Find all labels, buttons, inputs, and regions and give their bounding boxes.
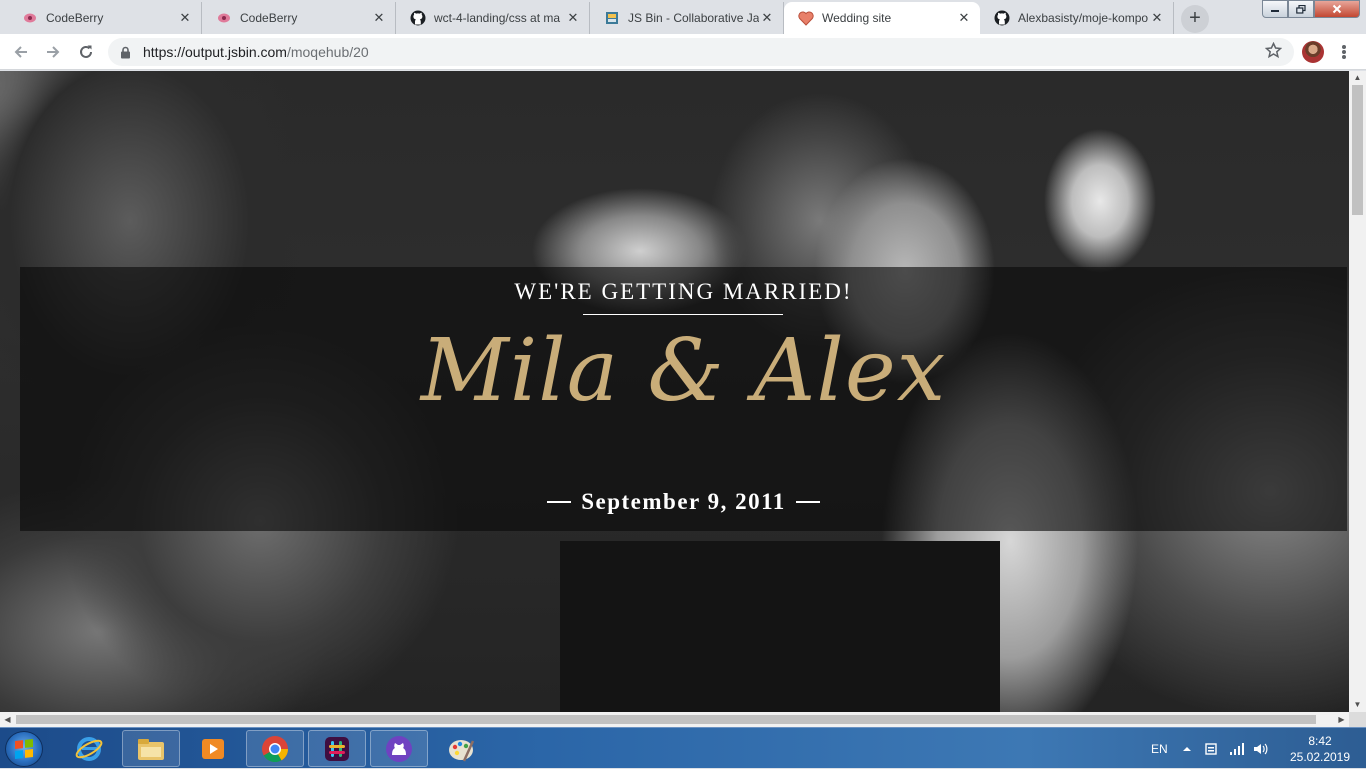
scroll-down-arrow-icon[interactable]: ▼: [1349, 698, 1366, 712]
bookmark-star-icon[interactable]: [1264, 41, 1283, 64]
tab-title: wct-4-landing/css at ma: [434, 11, 561, 25]
horizontal-scroll-thumb[interactable]: [16, 715, 1316, 724]
browser-toolbar: https://output.jsbin.com/moqehub/20: [0, 34, 1366, 70]
horizontal-scrollbar[interactable]: ◀ ▶: [0, 712, 1349, 727]
language-indicator[interactable]: EN: [1151, 728, 1168, 769]
volume-icon[interactable]: [1253, 728, 1269, 769]
restore-icon: [1296, 4, 1306, 14]
chrome-icon[interactable]: [246, 730, 304, 767]
codeberry-icon: [22, 10, 38, 26]
tab-title: JS Bin - Collaborative Ja: [628, 11, 759, 25]
browser-tab-codeberry-2[interactable]: CodeBerry ✕: [202, 2, 396, 34]
tab-title: CodeBerry: [240, 11, 298, 25]
close-window-button[interactable]: [1314, 0, 1360, 18]
browser-tab-github-css[interactable]: wct-4-landing/css at ma ✕: [396, 2, 590, 34]
close-tab-icon[interactable]: ✕: [956, 10, 972, 26]
forward-button[interactable]: [41, 40, 65, 64]
date-dash-left: [547, 501, 572, 503]
internet-explorer-icon[interactable]: [60, 730, 118, 767]
wedding-date: September 9, 2011: [581, 489, 786, 514]
arrow-left-icon: [14, 46, 27, 58]
slack-icon[interactable]: [308, 730, 366, 767]
scroll-up-arrow-icon[interactable]: ▲: [1349, 71, 1366, 85]
tagline-divider: [583, 314, 783, 315]
close-tab-icon[interactable]: ✕: [565, 10, 581, 26]
paint-icon[interactable]: [432, 730, 490, 767]
github-icon: [994, 10, 1010, 26]
browser-tab-codeberry-1[interactable]: CodeBerry ✕: [8, 2, 202, 34]
vertical-scrollbar[interactable]: ▲ ▼: [1349, 71, 1366, 712]
close-tab-icon[interactable]: ✕: [371, 10, 387, 26]
tab-title: CodeBerry: [46, 11, 104, 25]
close-tab-icon[interactable]: ✕: [177, 10, 193, 26]
browser-tab-jsbin[interactable]: JS Bin - Collaborative Ja ✕: [590, 2, 784, 34]
github-icon: [410, 10, 426, 26]
date-dash-right: [795, 501, 820, 503]
jsbin-icon: [604, 10, 620, 26]
url-path: /moqehub/20: [286, 44, 369, 60]
back-button[interactable]: [9, 40, 33, 64]
start-button[interactable]: [5, 731, 43, 767]
hero-tagline: WE'RE GETTING MARRIED!: [514, 279, 853, 304]
profile-avatar[interactable]: [1302, 41, 1324, 63]
tab-title: Alexbasisty/moje-kompo: [1018, 11, 1149, 25]
action-center-icon[interactable]: [1204, 728, 1218, 769]
address-bar[interactable]: https://output.jsbin.com/moqehub/20: [108, 38, 1294, 66]
reload-button[interactable]: [74, 40, 98, 64]
heart-icon: [798, 10, 814, 26]
close-tab-icon[interactable]: ✕: [759, 10, 775, 26]
couple-names: Mila & Alex: [420, 321, 947, 421]
browser-menu-icon[interactable]: [1337, 42, 1351, 62]
windows-logo-icon: [15, 739, 33, 759]
scroll-right-arrow-icon[interactable]: ▶: [1334, 712, 1349, 727]
media-player-icon[interactable]: [184, 730, 242, 767]
hero-section: WE'RE GETTING MARRIED! Mila & Alex Septe…: [20, 267, 1347, 531]
vertical-scroll-thumb[interactable]: [1352, 85, 1363, 215]
new-tab-button[interactable]: +: [1181, 5, 1209, 33]
browser-tab-wedding-site[interactable]: Wedding site ✕: [784, 2, 980, 34]
close-tab-icon[interactable]: ✕: [1149, 10, 1165, 26]
close-icon: [1332, 4, 1342, 14]
show-hidden-icons-icon[interactable]: [1182, 728, 1192, 769]
lock-icon: [120, 45, 134, 59]
github-desktop-icon[interactable]: [370, 730, 428, 767]
photo-shadow: [560, 541, 1000, 712]
scrollbar-corner: [1349, 712, 1366, 727]
codeberry-icon: [216, 10, 232, 26]
arrow-right-icon: [47, 46, 60, 58]
system-clock[interactable]: 8:42 25.02.2019: [1280, 733, 1360, 765]
url-host: https://output.jsbin.com: [143, 44, 287, 60]
minimize-window-button[interactable]: [1262, 0, 1288, 18]
wedding-date-row: September 9, 2011: [20, 489, 1347, 515]
reload-icon: [80, 45, 92, 58]
maximize-window-button[interactable]: [1288, 0, 1314, 18]
browser-tab-github-repo[interactable]: Alexbasisty/moje-kompo ✕: [980, 2, 1174, 34]
minimize-icon: [1271, 10, 1279, 12]
file-explorer-icon[interactable]: [122, 730, 180, 767]
page-viewport: WE'RE GETTING MARRIED! Mila & Alex Septe…: [0, 71, 1349, 712]
clock-date: 25.02.2019: [1289, 750, 1351, 764]
tab-strip: CodeBerry ✕ CodeBerry ✕ wct-4-landing/cs…: [0, 0, 1366, 34]
network-signal-icon[interactable]: [1229, 728, 1245, 769]
windows-taskbar: EN 8:42 25.02.2019: [0, 727, 1366, 768]
clock-time: 8:42: [1308, 734, 1332, 748]
tab-title: Wedding site: [822, 11, 892, 25]
scroll-left-arrow-icon[interactable]: ◀: [0, 712, 15, 727]
